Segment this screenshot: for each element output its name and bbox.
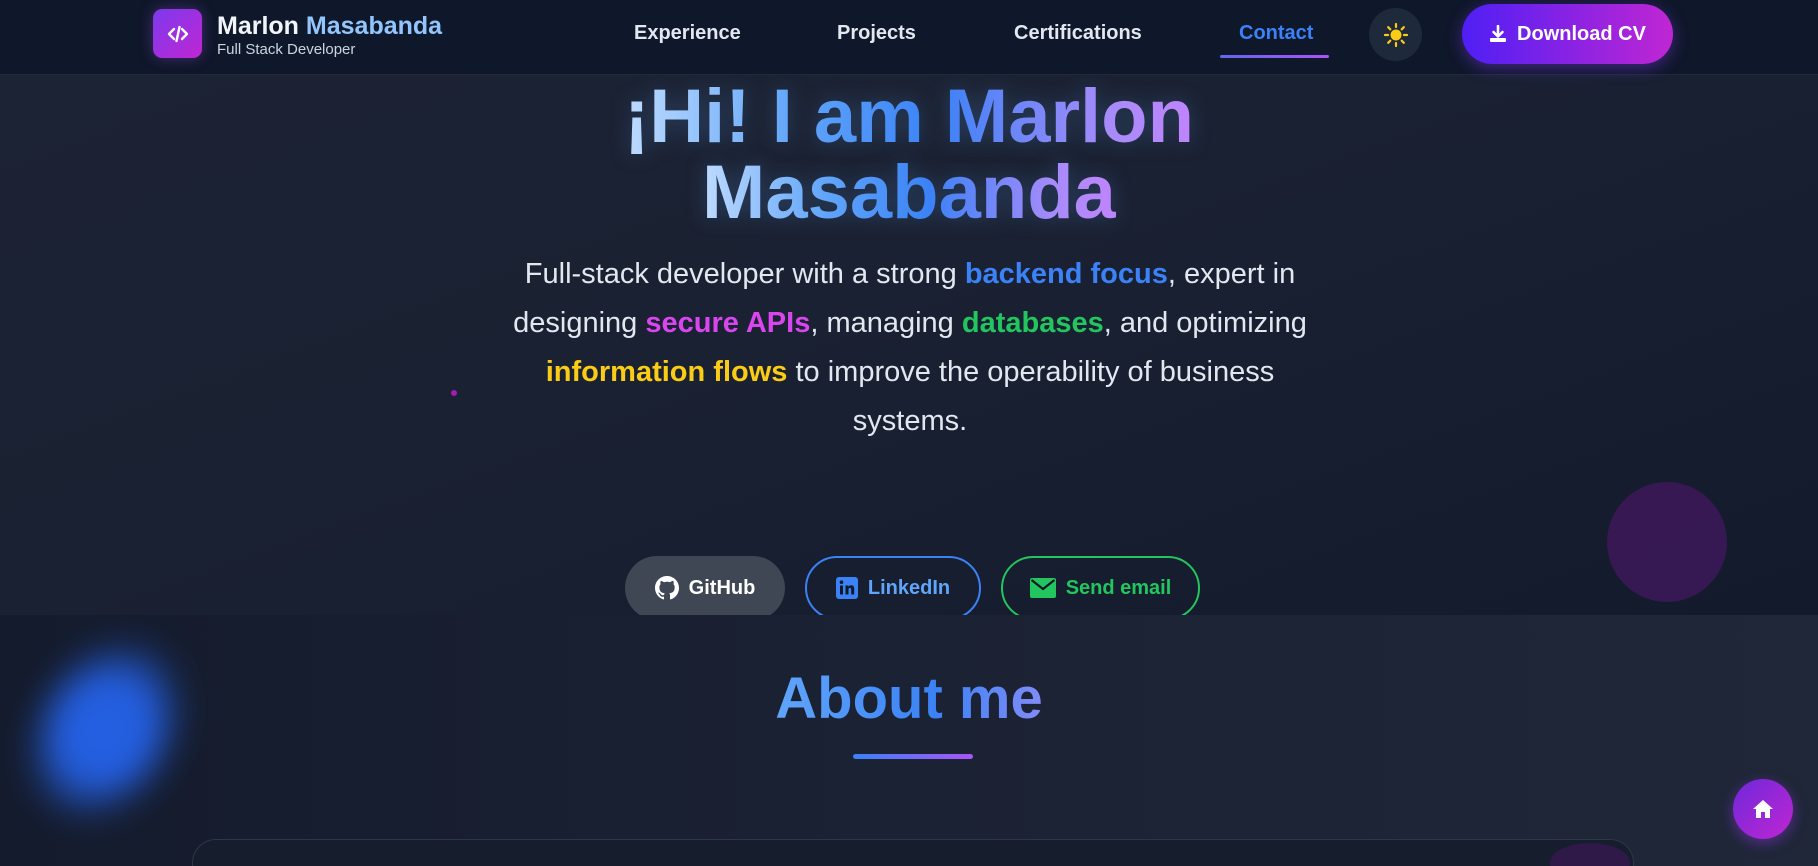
hero-title-line1: ¡Hi! I am Marlon <box>623 75 1195 159</box>
theme-toggle-button[interactable] <box>1369 8 1422 61</box>
brand-first-name: Marlon <box>217 12 299 40</box>
hero-desc-text-4: , and optimizing <box>1103 307 1307 339</box>
sun-icon <box>1383 22 1408 47</box>
nav-link-certifications[interactable]: Certifications <box>1014 22 1142 45</box>
nav-link-contact[interactable]: Contact <box>1239 22 1313 45</box>
download-cv-label: Download CV <box>1517 22 1646 45</box>
logo[interactable] <box>153 9 202 58</box>
github-button[interactable]: GitHub <box>625 556 785 615</box>
github-label: GitHub <box>688 576 756 599</box>
hero-section: ¡Hi! I am Marlon Masabanda Full-stack de… <box>0 75 1818 615</box>
hero-desc-text-1: Full-stack developer with a strong <box>524 258 965 290</box>
github-icon <box>654 576 679 600</box>
highlight-secure-apis: secure APIs <box>645 307 811 339</box>
brand-name[interactable]: Marlon Masabanda <box>217 12 442 41</box>
about-title: About me <box>0 665 1818 733</box>
about-title-underline <box>853 754 973 759</box>
send-email-label: Send email <box>1065 576 1172 599</box>
nav-link-experience[interactable]: Experience <box>634 22 741 45</box>
top-navbar: Marlon Masabanda Full Stack Developer Ex… <box>0 0 1818 75</box>
hero-title: ¡Hi! I am Marlon Masabanda <box>0 79 1818 231</box>
scroll-to-top-button[interactable] <box>1733 779 1793 839</box>
brand-last-name: Masabanda <box>305 12 443 40</box>
envelope-icon <box>1029 578 1056 598</box>
hero-title-line2: Masabanda <box>702 150 1116 235</box>
about-section: About me <box>0 615 1818 866</box>
decorative-dot <box>451 390 457 396</box>
linkedin-label: LinkedIn <box>867 576 951 599</box>
about-card <box>192 839 1634 866</box>
decorative-orb <box>1607 482 1727 602</box>
download-icon <box>1490 25 1507 42</box>
hero-description: Full-stack developer with a strong backe… <box>490 250 1330 446</box>
nav-link-projects[interactable]: Projects <box>837 22 916 45</box>
hero-desc-text-5: to improve the operability of business s… <box>787 356 1275 437</box>
highlight-databases: databases <box>961 307 1104 339</box>
code-icon <box>167 25 188 42</box>
hero-desc-text-3: , managing <box>810 307 962 339</box>
linkedin-button[interactable]: LinkedIn <box>805 556 981 615</box>
about-title-text: About me <box>775 666 1043 731</box>
download-cv-button[interactable]: Download CV <box>1462 4 1673 64</box>
highlight-information-flows: information flows <box>545 356 788 388</box>
linkedin-icon <box>835 577 858 599</box>
brand-subtitle: Full Stack Developer <box>217 41 356 58</box>
send-email-button[interactable]: Send email <box>1001 556 1200 615</box>
home-icon <box>1753 800 1773 818</box>
active-link-underline <box>1220 55 1329 58</box>
highlight-backend-focus: backend focus <box>964 258 1168 290</box>
